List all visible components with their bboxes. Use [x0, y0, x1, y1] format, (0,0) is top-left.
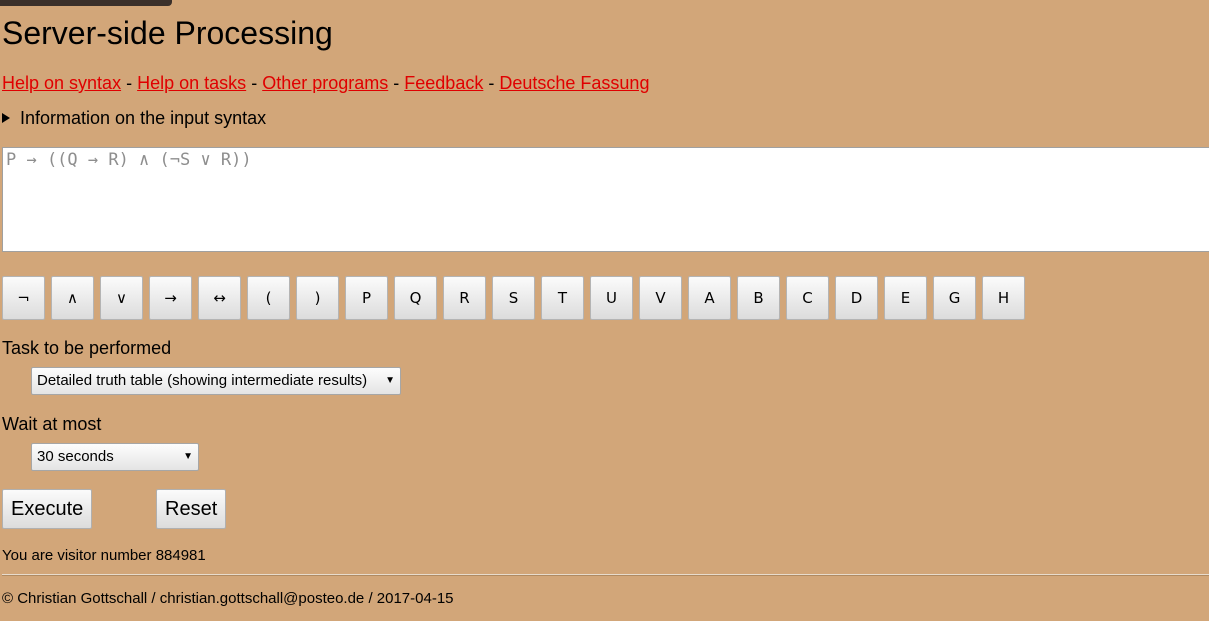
deutsche-fassung-link[interactable]: Deutsche Fassung: [499, 73, 649, 93]
key-c[interactable]: C: [786, 276, 829, 320]
top-bar: [0, 0, 172, 6]
reset-button[interactable]: Reset: [156, 489, 227, 529]
key-q[interactable]: Q: [394, 276, 437, 320]
key-g[interactable]: G: [933, 276, 976, 320]
wait-select-value: 30 seconds: [37, 448, 114, 465]
key-h[interactable]: H: [982, 276, 1025, 320]
dropdown-arrow-icon: ▼: [183, 451, 193, 462]
key-and[interactable]: ∧: [51, 276, 94, 320]
key-s[interactable]: S: [492, 276, 535, 320]
nav-links: Help on syntax - Help on tasks - Other p…: [2, 72, 649, 94]
other-programs-link[interactable]: Other programs: [262, 73, 388, 93]
syntax-info-label: Information on the input syntax: [20, 108, 267, 128]
wait-select[interactable]: 30 seconds ▼: [31, 443, 199, 471]
link-separator: -: [126, 73, 133, 93]
formula-input[interactable]: [2, 147, 1209, 252]
wait-label: Wait at most: [2, 414, 102, 434]
help-syntax-link[interactable]: Help on syntax: [2, 73, 121, 93]
link-separator: -: [393, 73, 400, 93]
page-title: Server-side Processing: [2, 15, 333, 51]
link-separator: -: [251, 73, 258, 93]
feedback-link[interactable]: Feedback: [404, 73, 483, 93]
dropdown-arrow-icon: ▼: [385, 375, 395, 386]
footer-text: © Christian Gottschall / christian.gotts…: [2, 590, 454, 607]
key-t[interactable]: T: [541, 276, 584, 320]
help-tasks-link[interactable]: Help on tasks: [137, 73, 246, 93]
key-or[interactable]: ∨: [100, 276, 143, 320]
task-label: Task to be performed: [2, 338, 172, 358]
key-implies[interactable]: →: [149, 276, 192, 320]
key-d[interactable]: D: [835, 276, 878, 320]
key-r[interactable]: R: [443, 276, 486, 320]
key-p[interactable]: P: [345, 276, 388, 320]
link-separator: -: [488, 73, 495, 93]
key-e[interactable]: E: [884, 276, 927, 320]
key-u[interactable]: U: [590, 276, 633, 320]
key-iff[interactable]: ↔: [198, 276, 241, 320]
symbol-keypad: ¬ ∧ ∨ → ↔ ( ) P Q R S T U V A B C D E G …: [2, 276, 1031, 320]
visitor-counter: You are visitor number 884981: [2, 547, 206, 564]
key-v[interactable]: V: [639, 276, 682, 320]
task-select-value: Detailed truth table (showing intermedia…: [37, 372, 368, 389]
syntax-info-toggle[interactable]: Information on the input syntax: [2, 107, 266, 129]
footer-divider: [2, 574, 1209, 576]
execute-button[interactable]: Execute: [2, 489, 93, 529]
key-close-paren[interactable]: ): [296, 276, 339, 320]
key-a[interactable]: A: [688, 276, 731, 320]
key-open-paren[interactable]: (: [247, 276, 290, 320]
key-b[interactable]: B: [737, 276, 780, 320]
key-negation[interactable]: ¬: [2, 276, 45, 320]
disclosure-triangle-icon: [2, 113, 10, 123]
task-select[interactable]: Detailed truth table (showing intermedia…: [31, 367, 401, 395]
